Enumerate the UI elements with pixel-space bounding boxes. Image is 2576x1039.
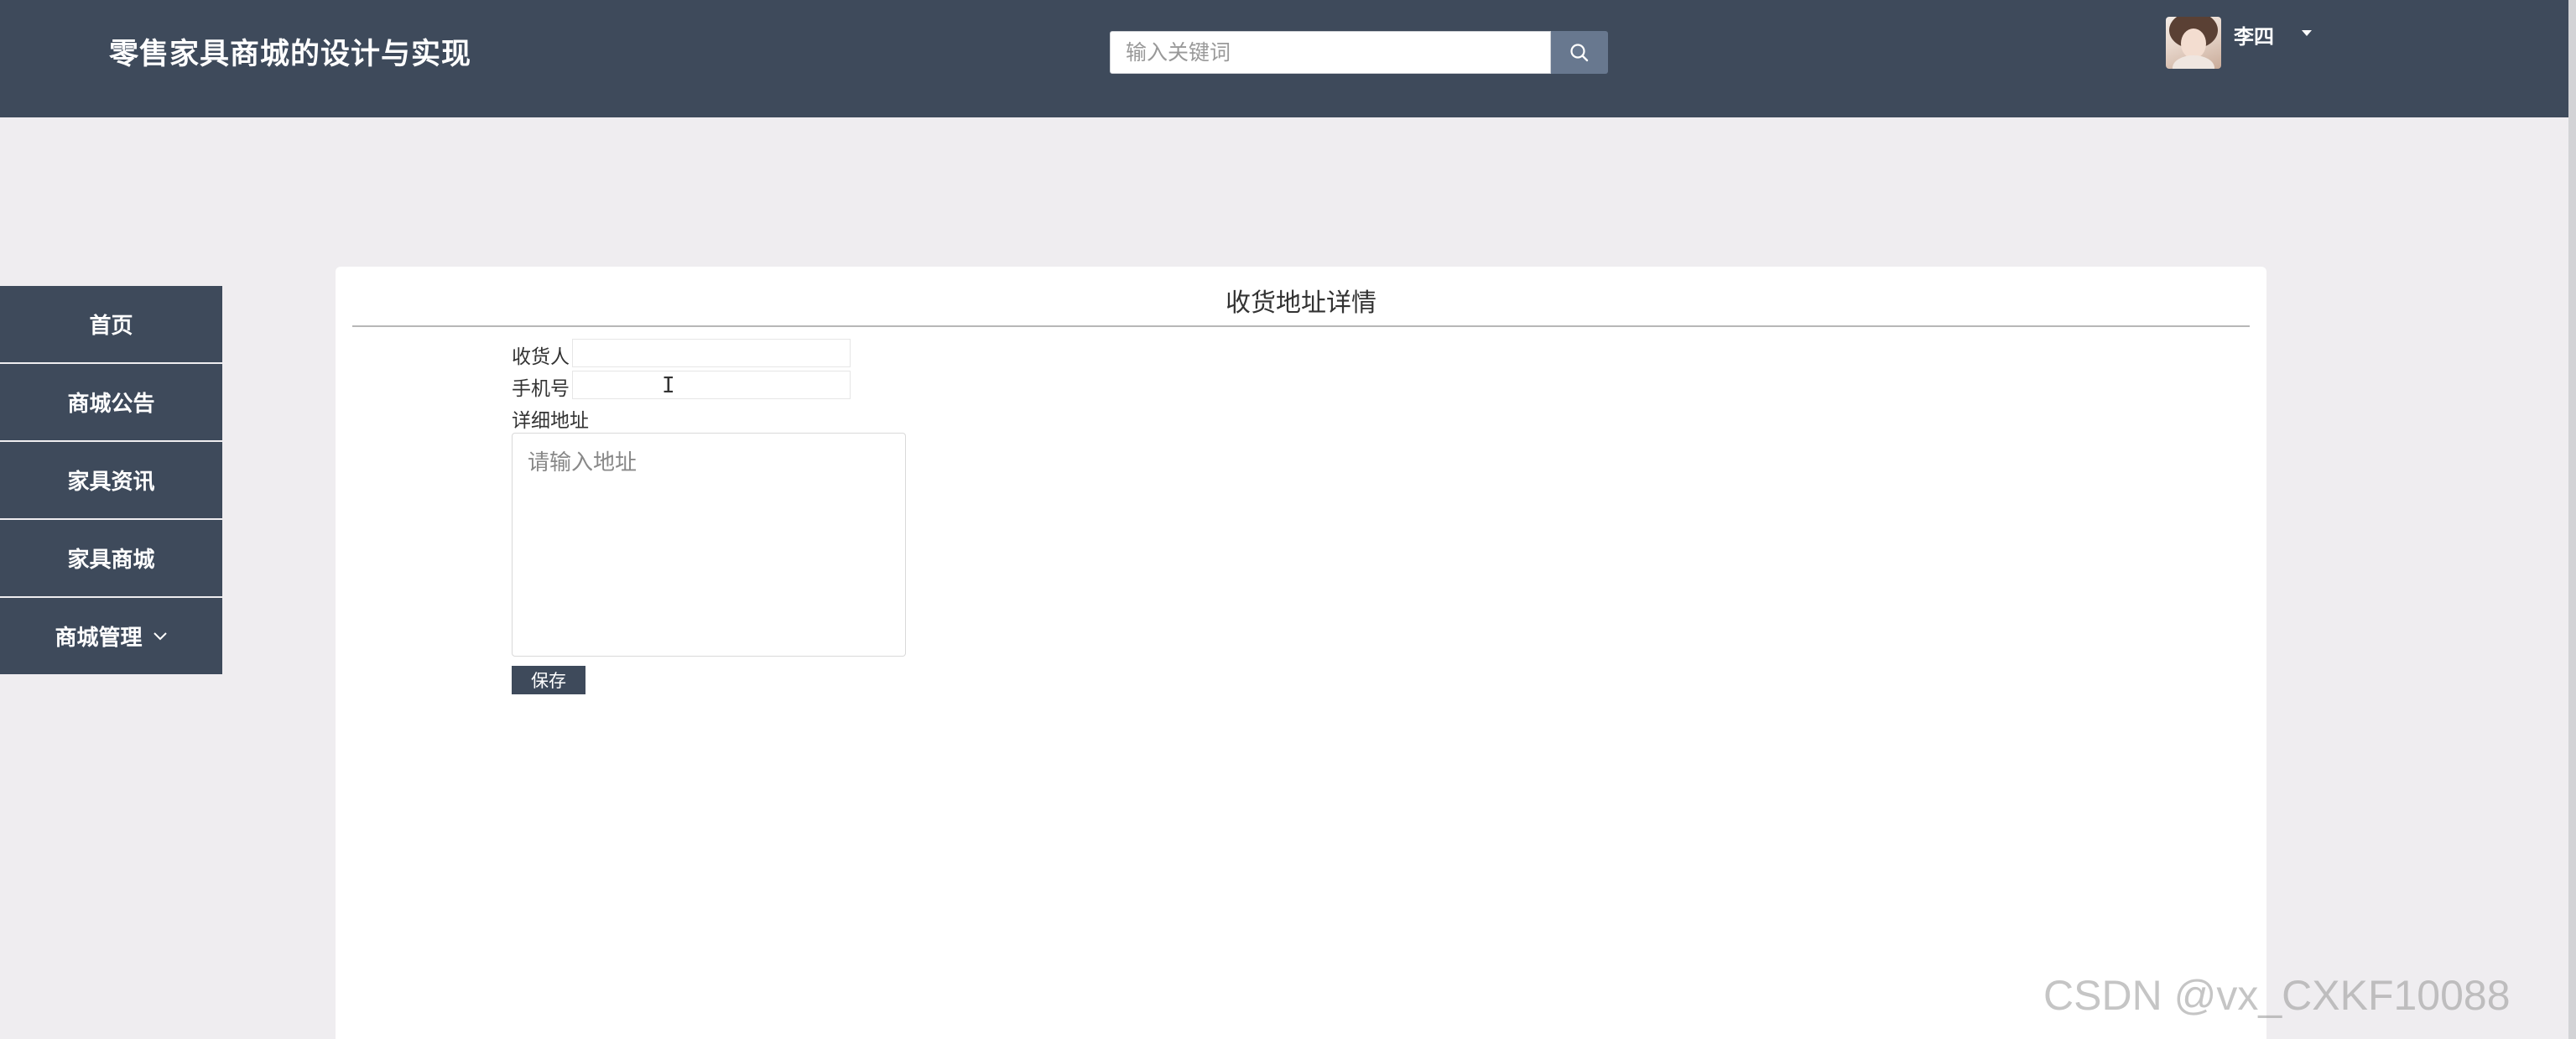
search-input[interactable]	[1110, 31, 1551, 74]
user-name[interactable]: 李四	[2234, 20, 2274, 49]
site-title: 零售家具商城的设计与实现	[109, 38, 472, 71]
sidebar-item-label: 家具商城	[67, 548, 155, 573]
search-button[interactable]	[1551, 31, 1608, 74]
sidebar-item-label: 家具资讯	[67, 470, 155, 495]
page-title: 收货地址详情	[1226, 288, 1376, 318]
sidebar-item-label: 首页	[89, 314, 133, 339]
avatar-face	[2181, 29, 2206, 59]
title-divider	[352, 325, 2250, 327]
address-detail-panel: 收货地址详情 收货人 手机号 I 详细地址 保存	[336, 267, 2266, 1039]
sidebar-nav: 首页 商城公告 家具资讯 家具商城 商城管理	[0, 286, 222, 676]
text-cursor-icon: I	[662, 373, 675, 398]
consignee-label: 收货人	[512, 346, 570, 368]
chevron-down-icon	[153, 631, 168, 642]
sidebar-item-label: 商城管理	[55, 626, 143, 651]
sidebar-item-label: 商城公告	[67, 392, 155, 417]
caret-down-icon	[2302, 30, 2312, 36]
top-header: 零售家具商城的设计与实现 李四	[0, 0, 2568, 117]
consignee-input[interactable]	[572, 339, 851, 367]
sidebar-item-shop[interactable]: 家具商城	[0, 520, 222, 596]
phone-input[interactable]	[572, 371, 851, 399]
save-button[interactable]: 保存	[512, 666, 585, 694]
header-scalloped-edge	[0, 114, 2568, 121]
sidebar-item-home[interactable]: 首页	[0, 286, 222, 362]
avatar[interactable]	[2166, 17, 2221, 69]
address-label: 详细地址	[512, 410, 589, 432]
watermark: CSDN @vx_CXKF10088	[2043, 972, 2511, 1019]
search-icon	[1570, 43, 1589, 61]
phone-label: 手机号	[512, 378, 570, 400]
sidebar-item-management[interactable]: 商城管理	[0, 598, 222, 674]
address-textarea[interactable]	[512, 433, 906, 657]
user-menu-toggle[interactable]	[2298, 25, 2315, 42]
avatar-body	[2173, 55, 2214, 69]
sidebar-item-news[interactable]: 家具资讯	[0, 442, 222, 518]
sidebar-item-notices[interactable]: 商城公告	[0, 364, 222, 440]
window-edge-strip	[2568, 0, 2576, 1039]
